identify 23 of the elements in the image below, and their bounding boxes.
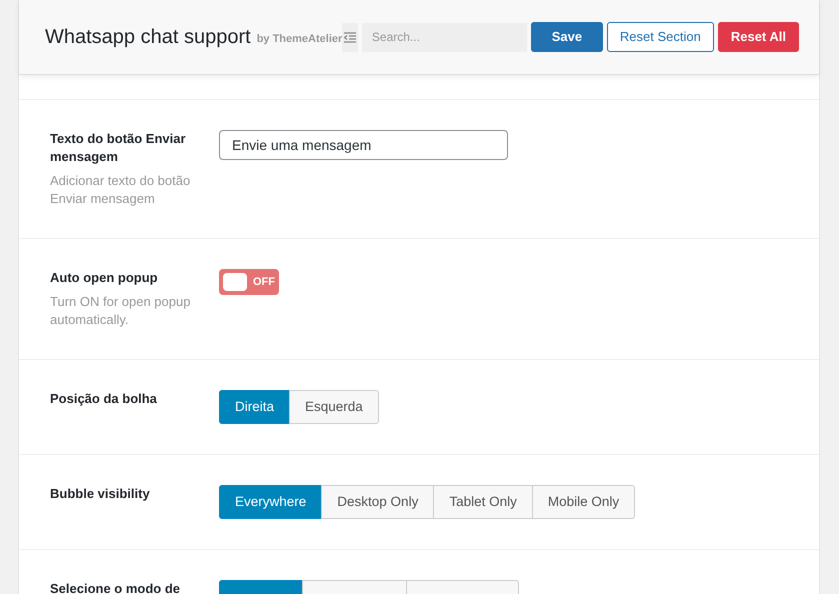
page-title: Whatsapp chat support bbox=[45, 25, 251, 50]
header-button[interactable]: Save bbox=[530, 22, 603, 52]
field-label: Selecione o modo de bbox=[50, 580, 182, 594]
segment-button[interactable]: Direita bbox=[219, 390, 290, 424]
header-button[interactable]: Reset Section bbox=[606, 22, 714, 52]
segment-button[interactable]: Mobile Only bbox=[532, 485, 636, 519]
segment-button[interactable]: Esquerda bbox=[289, 390, 379, 424]
segment-button[interactable]: Everywhere bbox=[219, 485, 322, 519]
search-field[interactable]: Search... bbox=[362, 22, 527, 52]
field-description: Turn ON for open popup automatically. bbox=[50, 293, 192, 329]
field-description: Adicionar texto do botão Enviar mensagem bbox=[50, 172, 192, 208]
field-label: Bubble visibility bbox=[50, 485, 151, 503]
field-label: Auto open popup bbox=[50, 269, 159, 287]
segment-button[interactable]: Desktop Only bbox=[321, 485, 434, 519]
field-label: Posição da bolha bbox=[50, 390, 158, 408]
text-field[interactable]: Envie uma mensagem bbox=[219, 130, 508, 160]
header-button[interactable]: Reset All bbox=[718, 22, 799, 52]
segment-button[interactable]: Tablet Only bbox=[433, 485, 533, 519]
collapse-button[interactable] bbox=[342, 22, 358, 52]
byline: by ThemeAtelier bbox=[256, 32, 342, 48]
outdent-icon bbox=[344, 32, 356, 42]
field-label: Texto do botão Enviar mensagem bbox=[50, 130, 187, 166]
toggle-switch[interactable]: OFF bbox=[219, 269, 279, 295]
